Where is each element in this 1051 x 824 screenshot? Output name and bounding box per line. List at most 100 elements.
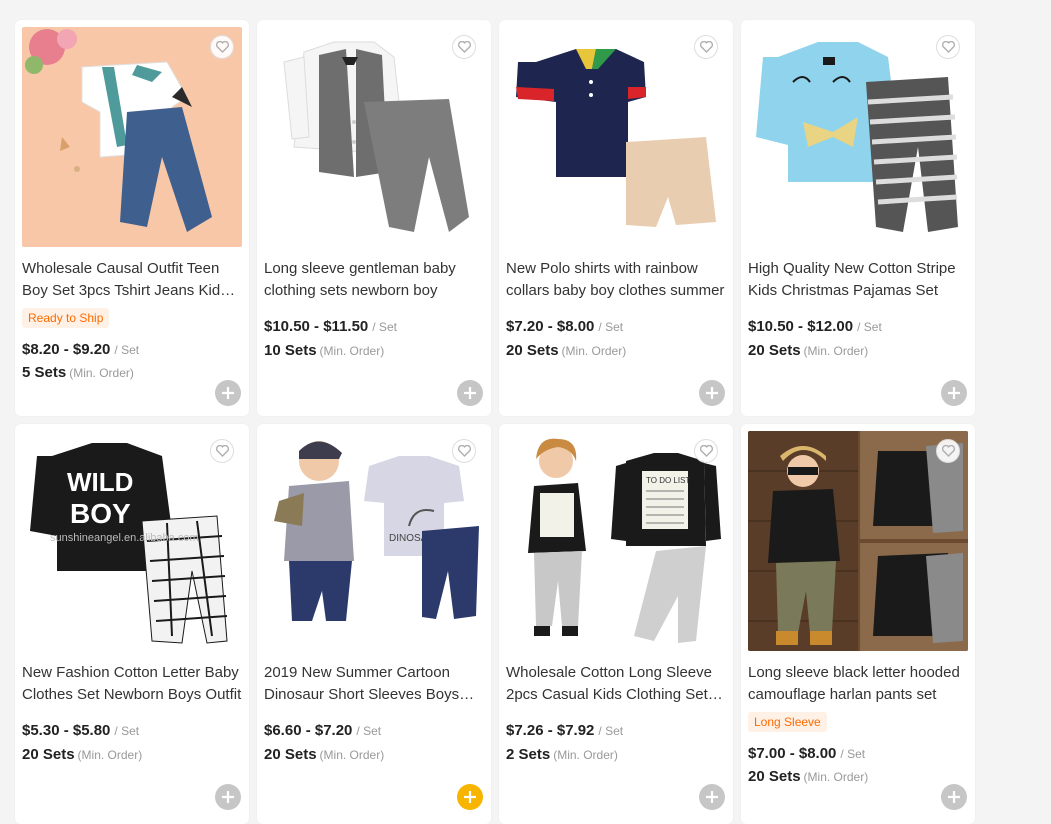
- product-card[interactable]: Wholesale Causal Outfit Teen Boy Set 3pc…: [15, 20, 249, 416]
- product-title[interactable]: New Fashion Cotton Letter Baby Clothes S…: [22, 662, 242, 706]
- product-title[interactable]: New Polo shirts with rainbow collars bab…: [506, 258, 726, 302]
- price-unit: / Set: [114, 343, 140, 357]
- heart-icon: [215, 41, 229, 53]
- min-order-quantity: 20 Sets: [506, 342, 559, 359]
- favorite-button[interactable]: [694, 439, 718, 463]
- price-range: $7.00 - $8.00: [748, 745, 837, 762]
- favorite-button[interactable]: [210, 439, 234, 463]
- add-button[interactable]: [215, 380, 241, 406]
- plus-icon: [464, 791, 476, 803]
- heart-icon: [457, 41, 471, 53]
- product-title[interactable]: 2019 New Summer Cartoon Dinosaur Short S…: [264, 662, 484, 706]
- min-order-quantity: 10 Sets: [264, 342, 317, 359]
- print-text-top: WILD: [67, 467, 133, 497]
- min-order: 10 Sets (Min. Order): [264, 342, 384, 359]
- product-title[interactable]: Long sleeve gentleman baby clothing sets…: [264, 258, 484, 302]
- product-card[interactable]: Long sleeve black letter hooded camoufla…: [741, 424, 975, 824]
- min-order-label: (Min. Order): [553, 748, 618, 762]
- product-price: $7.26 - $7.92/ Set: [506, 722, 623, 739]
- min-order-label: (Min. Order): [561, 344, 627, 358]
- product-image[interactable]: [22, 27, 242, 247]
- min-order-quantity: 20 Sets: [748, 342, 801, 359]
- price-unit: / Set: [598, 724, 624, 738]
- product-title[interactable]: High Quality New Cotton Stripe Kids Chri…: [748, 258, 968, 302]
- product-image[interactable]: [506, 27, 726, 247]
- favorite-button[interactable]: [452, 439, 476, 463]
- heart-icon: [699, 445, 713, 457]
- product-price: $7.20 - $8.00/ Set: [506, 318, 623, 335]
- favorite-button[interactable]: [694, 35, 718, 59]
- product-price: $10.50 - $12.00/ Set: [748, 318, 882, 335]
- price-range: $6.60 - $7.20: [264, 722, 353, 739]
- product-image[interactable]: [748, 431, 968, 651]
- min-order: 20 Sets (Min. Order): [748, 342, 868, 359]
- product-title[interactable]: Long sleeve black letter hooded camoufla…: [748, 662, 968, 706]
- add-button[interactable]: [699, 380, 725, 406]
- min-order: 5 Sets (Min. Order): [22, 364, 134, 381]
- price-range: $8.20 - $9.20: [22, 341, 111, 358]
- product-image[interactable]: [264, 27, 484, 247]
- long-sleeve-badge: Long Sleeve: [748, 712, 827, 732]
- product-card[interactable]: TO DO LIST Wholesale Cotton Long Sleeve …: [499, 424, 733, 824]
- product-image[interactable]: WILD BOY sunshineangel.en.alibaba.com: [22, 431, 242, 651]
- product-image[interactable]: DINOSAUR: [264, 431, 484, 651]
- price-range: $7.26 - $7.92: [506, 722, 595, 739]
- favorite-button[interactable]: [936, 439, 960, 463]
- favorite-button[interactable]: [936, 35, 960, 59]
- min-order: 2 Sets (Min. Order): [506, 746, 618, 763]
- min-order-quantity: 20 Sets: [264, 746, 317, 763]
- product-price: $10.50 - $11.50/ Set: [264, 318, 397, 335]
- min-order-quantity: 5 Sets: [22, 364, 67, 381]
- add-button-active[interactable]: [457, 784, 483, 810]
- heart-icon: [215, 445, 229, 457]
- heart-icon: [941, 41, 955, 53]
- price-unit: / Set: [598, 320, 624, 334]
- product-card[interactable]: DINOSAUR 2019 New Summer Cartoon Dinosau…: [257, 424, 491, 824]
- price-unit: / Set: [356, 724, 382, 738]
- price-unit: / Set: [840, 747, 866, 761]
- product-image[interactable]: [748, 27, 968, 247]
- min-order: 20 Sets (Min. Order): [22, 746, 142, 763]
- plus-icon: [222, 791, 234, 803]
- price-unit: / Set: [114, 724, 140, 738]
- plus-icon: [948, 791, 960, 803]
- add-button[interactable]: [457, 380, 483, 406]
- product-card[interactable]: New Polo shirts with rainbow collars bab…: [499, 20, 733, 416]
- price-unit: / Set: [857, 320, 882, 334]
- add-button[interactable]: [699, 784, 725, 810]
- product-title[interactable]: Wholesale Cotton Long Sleeve 2pcs Casual…: [506, 662, 726, 706]
- plus-icon: [222, 387, 234, 399]
- ready-to-ship-badge: Ready to Ship: [22, 308, 110, 328]
- min-order-quantity: 20 Sets: [22, 746, 75, 763]
- product-card[interactable]: Long sleeve gentleman baby clothing sets…: [257, 20, 491, 416]
- favorite-button[interactable]: [452, 35, 476, 59]
- plus-icon: [464, 387, 476, 399]
- price-range: $7.20 - $8.00: [506, 318, 595, 335]
- product-card[interactable]: WILD BOY sunshineangel.en.alibaba.com Ne…: [15, 424, 249, 824]
- product-title[interactable]: Wholesale Causal Outfit Teen Boy Set 3pc…: [22, 258, 242, 302]
- add-button[interactable]: [941, 784, 967, 810]
- min-order-label: (Min. Order): [803, 344, 869, 358]
- min-order: 20 Sets (Min. Order): [264, 746, 384, 763]
- min-order: 20 Sets (Min. Order): [506, 342, 626, 359]
- min-order-label: (Min. Order): [319, 344, 385, 358]
- add-button[interactable]: [941, 380, 967, 406]
- heart-icon: [941, 445, 955, 457]
- price-range: $10.50 - $12.00: [748, 318, 854, 335]
- plus-icon: [948, 387, 960, 399]
- min-order: 20 Sets (Min. Order): [748, 768, 868, 785]
- product-image[interactable]: TO DO LIST: [506, 431, 726, 651]
- min-order-quantity: 2 Sets: [506, 746, 551, 763]
- favorite-button[interactable]: [210, 35, 234, 59]
- plus-icon: [706, 387, 718, 399]
- product-price: $6.60 - $7.20/ Set: [264, 722, 381, 739]
- price-range: $5.30 - $5.80: [22, 722, 111, 739]
- print-text-bottom: BOY: [70, 498, 131, 529]
- product-price: $5.30 - $5.80/ Set: [22, 722, 139, 739]
- add-button[interactable]: [215, 784, 241, 810]
- print-text: TO DO LIST: [646, 476, 690, 485]
- min-order-label: (Min. Order): [803, 770, 869, 784]
- product-card[interactable]: High Quality New Cotton Stripe Kids Chri…: [741, 20, 975, 416]
- price-unit: / Set: [372, 320, 397, 334]
- image-watermark: sunshineangel.en.alibaba.com: [50, 532, 199, 544]
